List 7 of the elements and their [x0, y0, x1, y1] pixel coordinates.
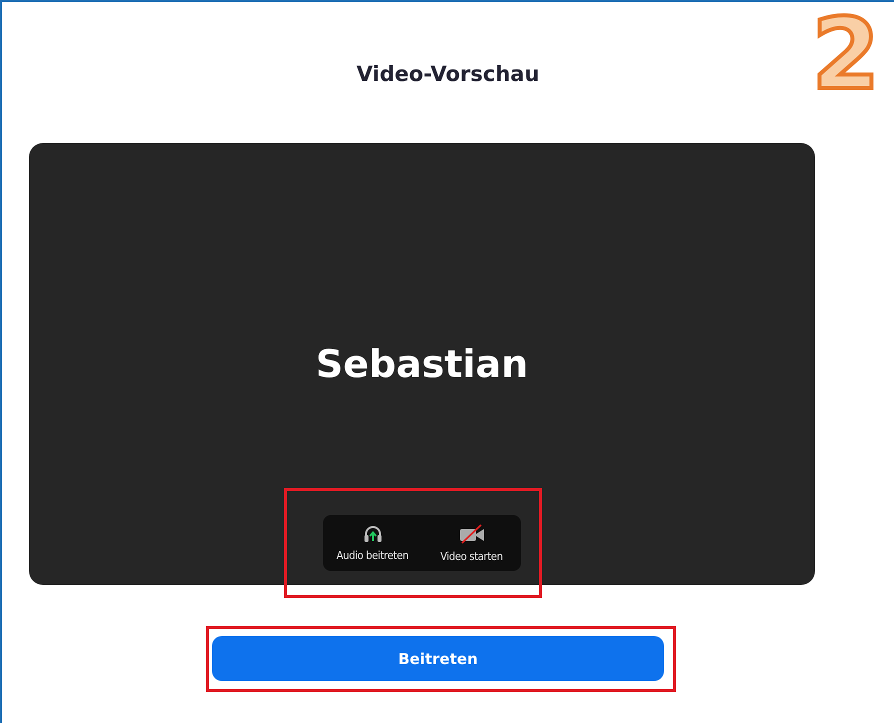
join-audio-button[interactable]: Audio beitreten [323, 515, 422, 571]
start-video-button[interactable]: Video starten [422, 515, 521, 571]
step-number: 2 [812, 6, 880, 104]
headphones-icon [362, 524, 382, 542]
join-button[interactable]: Beitreten [212, 636, 664, 681]
dialog-title: Video-Vorschau [356, 61, 540, 88]
participant-name: Sebastian [316, 341, 528, 388]
